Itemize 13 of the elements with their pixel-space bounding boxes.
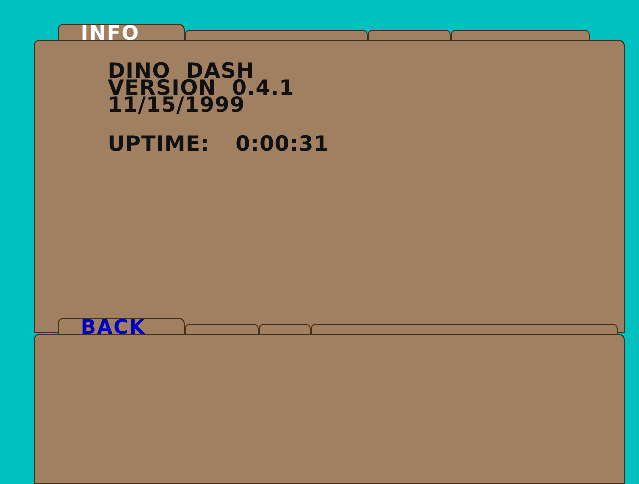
folder-tab[interactable] — [368, 30, 451, 40]
folder-tab[interactable]: BACK — [58, 318, 185, 334]
folder-tab[interactable] — [185, 30, 368, 40]
folder-tab[interactable] — [311, 324, 618, 334]
uptime-label: UPTIME: — [108, 136, 210, 153]
folder-tab[interactable] — [259, 324, 311, 334]
info-text: 11/15/1999 — [108, 97, 246, 114]
folder-tab[interactable] — [185, 324, 259, 334]
info-text: DINO DASH — [108, 63, 255, 80]
uptime-value: 0:00:31 — [236, 136, 330, 153]
info-text: VERSION 0.4.1 — [108, 80, 295, 97]
folder-tab[interactable] — [451, 30, 590, 40]
folder-tab[interactable]: INFO — [58, 24, 185, 40]
